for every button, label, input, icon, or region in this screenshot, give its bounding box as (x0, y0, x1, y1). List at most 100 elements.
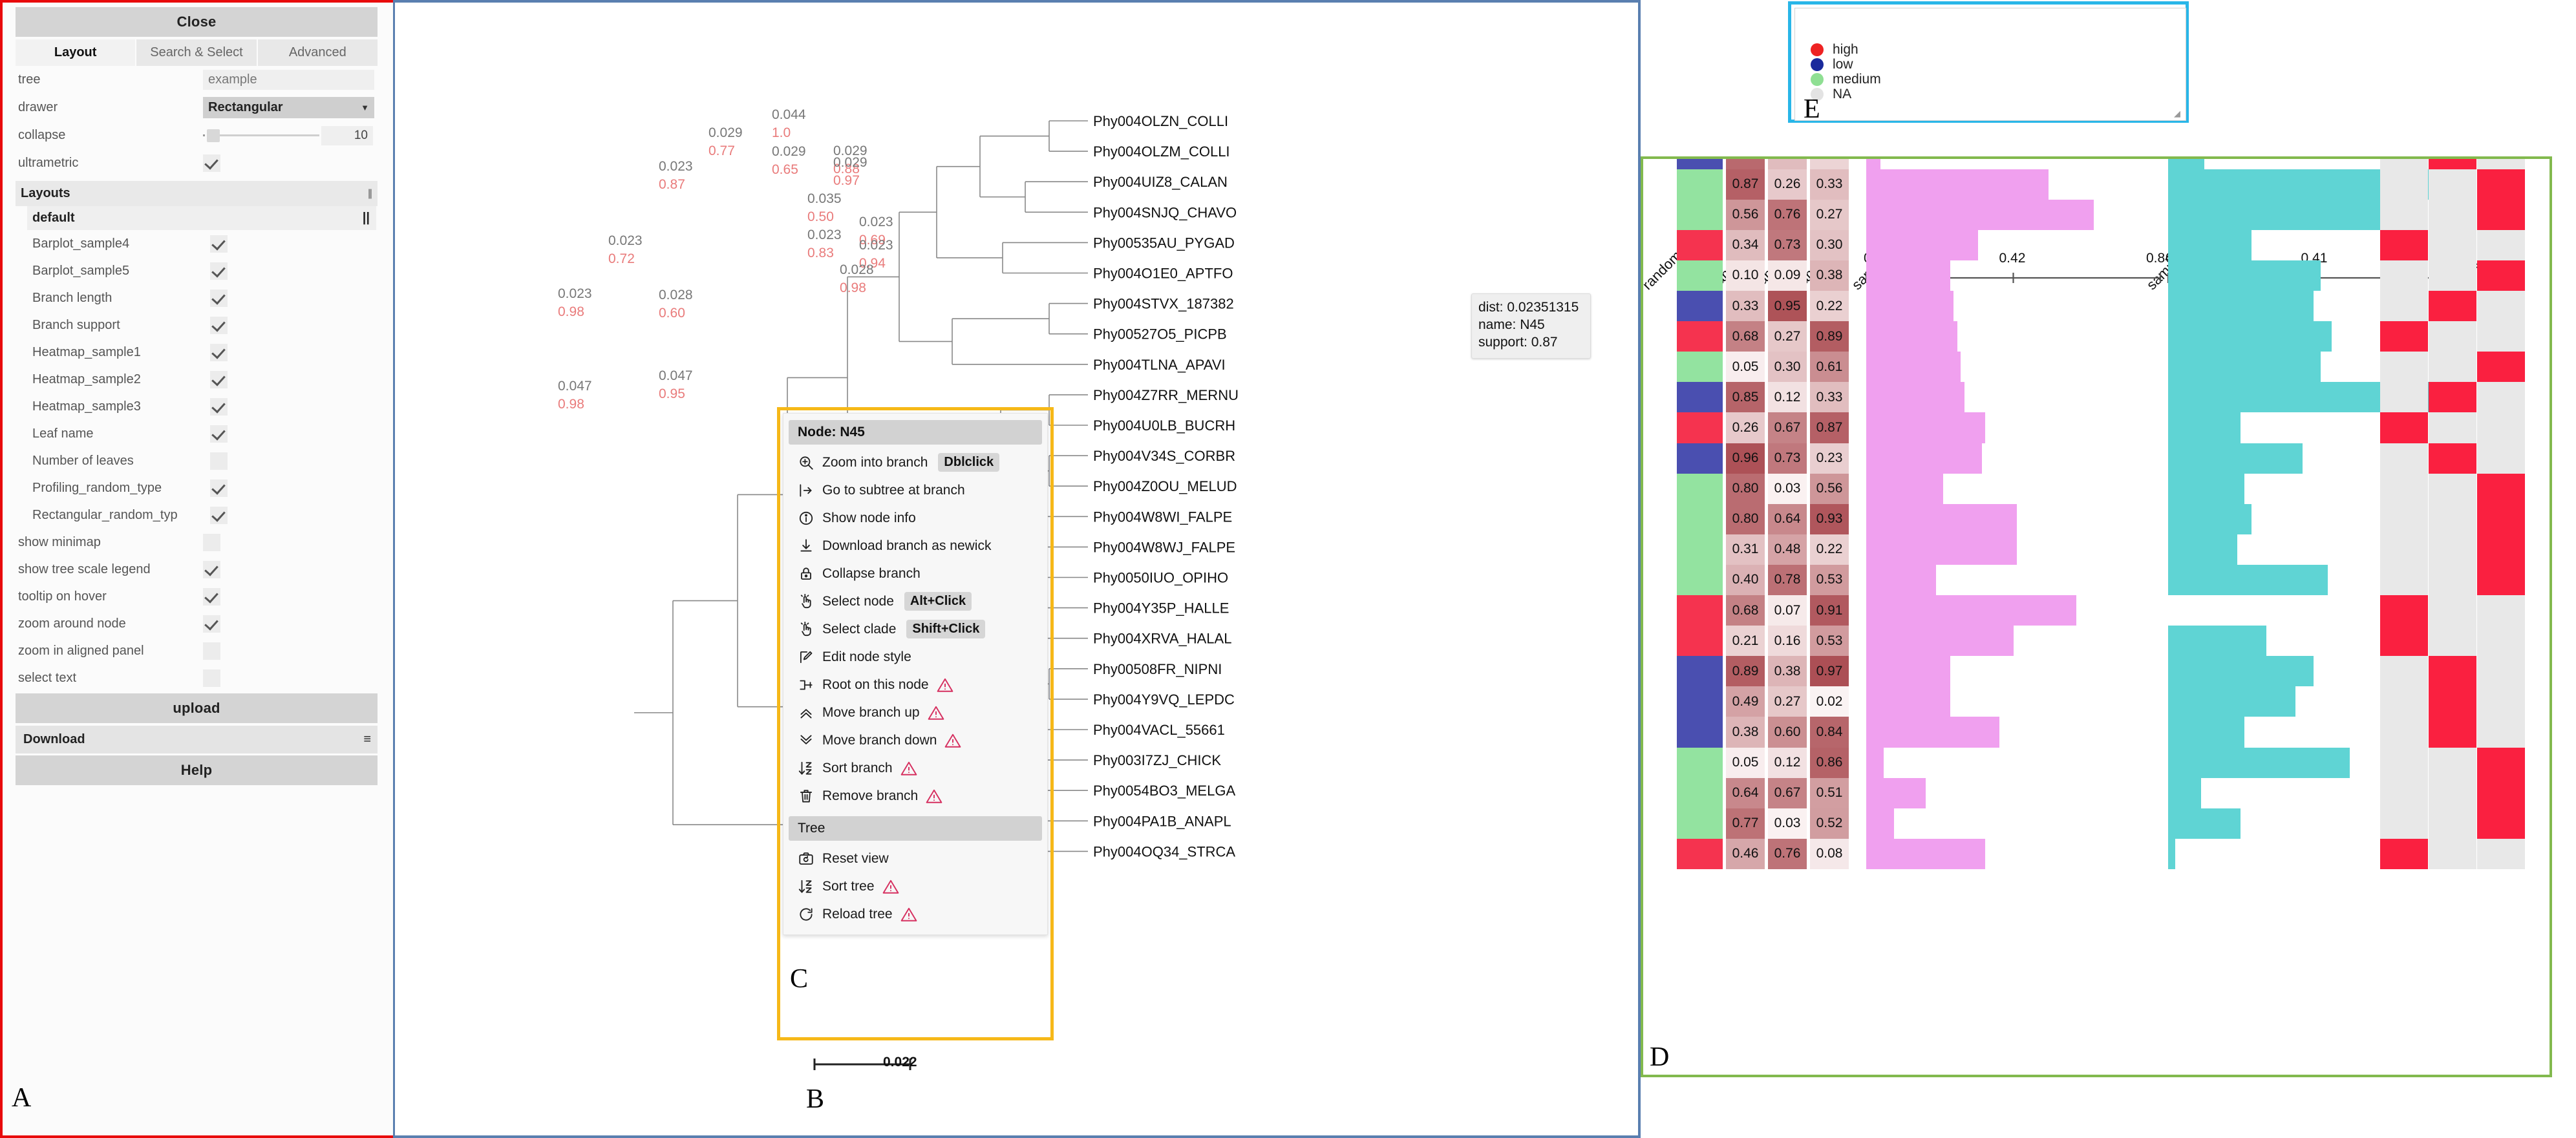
option-checkbox[interactable] (203, 533, 220, 551)
layer-checkbox[interactable] (210, 397, 228, 416)
profiling-cell-on (2477, 260, 2525, 291)
resize-grip-icon[interactable]: ◢ (2174, 109, 2183, 118)
profiling-cell-off (2380, 656, 2428, 687)
heatmap-cell-value: 0.64 (1732, 785, 1759, 801)
leaf-name[interactable]: Phy004U0LB_BUCRH (1093, 417, 1235, 434)
leaf-name[interactable]: Phy003I7ZJ_CHICK (1093, 752, 1221, 768)
aligned-panel[interactable]: random_typesample1sample2sample3sample4s… (1641, 156, 2552, 1077)
tab-search-select[interactable]: Search & Select (136, 39, 258, 66)
option-checkbox[interactable] (203, 642, 220, 660)
ctx-item-go-to-subtree-at-branch[interactable]: Go to subtree at branch (783, 476, 1047, 504)
ctx-item-download-branch-as-newick[interactable]: Download branch as newick (783, 532, 1047, 560)
leaf-name[interactable]: Phy00527O5_PICPB (1093, 326, 1227, 342)
ctx-item-select-node[interactable]: Select node Alt+Click (783, 587, 1047, 615)
leaf-name[interactable]: Phy004W8WJ_FALPE (1093, 539, 1235, 555)
profiling-cell-off (2429, 838, 2476, 869)
leaf-name[interactable]: Phy004TLNA_APAVI (1093, 357, 1226, 373)
layer-row-heatmap-sample3: Heatmap_sample3 (32, 393, 375, 420)
collapse-slider[interactable] (203, 129, 319, 143)
ctx-item-reset-view[interactable]: Reset view (783, 845, 1047, 872)
ctx-item-zoom-into-branch[interactable]: Zoom into branch Dblclick (783, 448, 1047, 476)
ctx-item-move-branch-down[interactable]: Move branch down (783, 726, 1047, 754)
leaf-name[interactable]: Phy004Y35P_HALLE (1093, 600, 1229, 616)
tab-advanced[interactable]: Advanced (257, 39, 378, 66)
layer-checkbox[interactable] (210, 506, 228, 524)
option-checkbox[interactable] (203, 560, 220, 578)
legend-panel[interactable]: high low medium NA ◢ (1788, 1, 2189, 123)
ctx-item-root-on-this-node[interactable]: Root on this node (783, 671, 1047, 699)
leaf-name[interactable]: Phy004STVX_187382 (1093, 296, 1234, 312)
layer-checkbox[interactable] (210, 425, 228, 443)
layer-row-profiling-random-type: Profiling_random_type (32, 474, 375, 501)
ctx-item-select-clade[interactable]: Select clade Shift+Click (783, 615, 1047, 643)
profiling-cell-off (2477, 686, 2525, 717)
option-row-show-tree-scale-legend: show tree scale legend (16, 556, 378, 583)
branch-length-label: 0.028 (659, 288, 693, 302)
layer-checkbox[interactable] (210, 235, 228, 253)
slider-knob[interactable] (207, 129, 220, 142)
leaf-name[interactable]: Phy004XRVA_HALAL (1093, 631, 1231, 647)
leaf-name[interactable]: Phy004Z0OU_MELUD (1093, 478, 1237, 494)
layouts-group-header[interactable]: Layouts || (16, 181, 378, 206)
leaf-name[interactable]: Phy004OQ34_STRCA (1093, 843, 1235, 859)
bar-sample4 (1866, 159, 1880, 169)
bar-sample5 (2168, 229, 2252, 260)
ctx-item-reload-tree[interactable]: Reload tree (783, 900, 1047, 928)
option-checkbox[interactable] (203, 669, 220, 687)
layer-checkbox[interactable] (210, 479, 228, 497)
leaf-name[interactable]: Phy004SNJQ_CHAVO (1093, 204, 1237, 220)
layer-checkbox[interactable] (210, 343, 228, 361)
leaf-name[interactable]: Phy004UIZ8_CALAN (1093, 174, 1228, 190)
node-context-menu[interactable]: Node: N45 Zoom into branch Dblclick Go to … (783, 413, 1048, 935)
option-checkbox[interactable] (203, 587, 220, 606)
collapse-value-input[interactable]: 10 (321, 125, 373, 145)
tab-layout[interactable]: Layout (16, 39, 137, 66)
close-button[interactable]: Close (16, 7, 378, 37)
layer-checkbox[interactable] (210, 262, 228, 280)
upload-button[interactable]: upload (16, 693, 378, 723)
layer-checkbox[interactable] (210, 316, 228, 334)
leaf-name[interactable]: Phy00508FR_NIPNI (1093, 661, 1222, 677)
heatmap-cell-value: 0.20 (1810, 159, 1849, 169)
tree-name-input[interactable]: example (203, 70, 374, 90)
ctx-item-show-node-info[interactable]: Show node info (783, 504, 1047, 532)
leaf-name[interactable]: Phy004V34S_CORBR (1093, 448, 1235, 464)
ctx-item-move-branch-up[interactable]: Move branch up (783, 699, 1047, 726)
ultrametric-checkbox[interactable] (203, 154, 220, 172)
leaf-name[interactable]: Phy004PA1B_ANAPL (1093, 813, 1231, 829)
heatmap-cell-value: 0.56 (1816, 481, 1843, 496)
layer-checkbox[interactable] (210, 289, 228, 307)
profiling-cell-off (2380, 199, 2428, 230)
legend-label: medium (1833, 71, 1881, 87)
leaf-name[interactable]: Phy004Z7RR_MERNU (1093, 387, 1239, 403)
ctx-item-sort-tree[interactable]: Sort tree (783, 872, 1047, 900)
ctx-item-collapse-branch[interactable]: Collapse branch (783, 560, 1047, 587)
leaf-name[interactable]: Phy00535AU_PYGAD (1093, 235, 1235, 251)
default-layout-header[interactable]: default || (27, 206, 376, 230)
ctx-item-remove-branch[interactable]: Remove branch (783, 782, 1047, 810)
ctx-item-edit-node-style[interactable]: Edit node style (783, 643, 1047, 671)
slider-track (207, 134, 319, 136)
leaf-name[interactable]: Phy0054BO3_MELGA (1093, 783, 1235, 799)
bar-sample4 (1866, 382, 1964, 413)
leaf-name[interactable]: Phy004O1E0_APTFO (1093, 266, 1233, 282)
drawer-select[interactable]: Rectangular ▼ (203, 97, 374, 118)
leaf-name[interactable]: Phy004OLZM_COLLI (1093, 143, 1230, 160)
heatmap-cell-value: 0.03 (1774, 481, 1801, 496)
help-button[interactable]: Help (16, 755, 378, 785)
ctx-item-sort-branch[interactable]: Sort branch (783, 754, 1047, 782)
leaf-name[interactable]: Phy004Y9VQ_LEPDC (1093, 691, 1235, 708)
download-accordion[interactable]: Download ≡ (16, 726, 378, 753)
option-checkbox[interactable] (203, 615, 220, 633)
legend-rows: high low medium NA (1811, 42, 1881, 101)
leaf-name[interactable]: Phy004VACL_55661 (1093, 722, 1225, 738)
leaf-name[interactable]: Phy004W8WI_FALPE (1093, 509, 1232, 525)
heatmap-cell-value: 0.12 (1774, 389, 1801, 405)
leaf-name[interactable]: Phy0050IUO_OPIHO (1093, 570, 1228, 586)
heatmap-cell-value: 0.85 (1732, 389, 1759, 405)
leaf-name[interactable]: Phy004OLZN_COLLI (1093, 113, 1228, 129)
layer-checkbox[interactable] (210, 370, 228, 388)
layer-checkbox[interactable] (210, 452, 228, 470)
bar-sample5 (2168, 503, 2252, 534)
ctx-item-label: Reset view (822, 850, 889, 866)
